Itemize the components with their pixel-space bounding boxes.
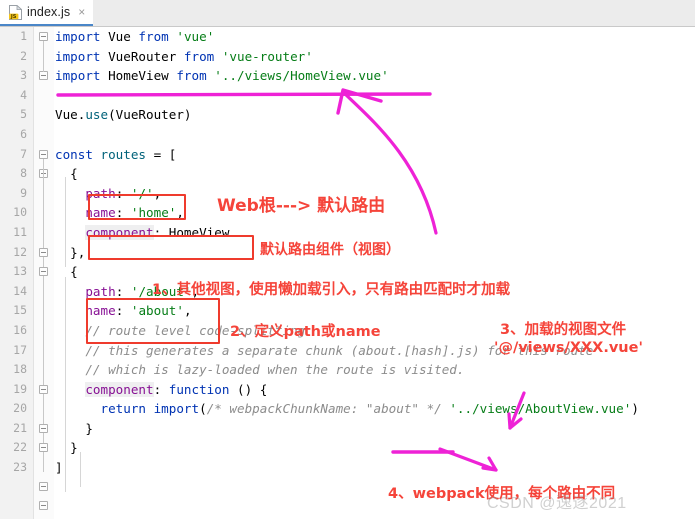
fold-marker-line-19[interactable]: [39, 443, 48, 452]
fold-range-line: [43, 41, 44, 72]
fold-marker-line-18[interactable]: [39, 424, 48, 433]
js-file-icon: JS: [9, 4, 23, 20]
line-number: 19: [13, 381, 27, 396]
line-number: 21: [13, 420, 27, 435]
code-line: // which is lazy-loaded when the route i…: [85, 362, 465, 378]
code-line: name: 'home',: [85, 205, 184, 221]
line-number: 12: [13, 244, 27, 259]
line-number: 20: [13, 401, 27, 416]
line-number: 23: [13, 460, 27, 475]
line-number: 6: [20, 126, 27, 141]
line-number: 4: [20, 87, 27, 102]
line-number: 11: [13, 224, 27, 239]
close-icon[interactable]: ×: [78, 6, 85, 18]
screenshot-root: JS index.js × 1 2 3 4 5 6 7 8 9 10 11 12: [0, 0, 695, 519]
line-number: 16: [13, 322, 27, 337]
code-line: path: '/about',: [85, 283, 200, 299]
code-line: // route level code-splitting: [85, 322, 306, 338]
line-number: 13: [13, 264, 27, 279]
code-line: // this generates a separate chunk (abou…: [85, 342, 594, 358]
code-line: Vue.use(VueRouter): [55, 107, 192, 123]
code-line: {: [55, 166, 78, 182]
code-line: const routes = [: [55, 146, 177, 162]
code-line: }: [55, 440, 78, 456]
fold-marker-line-21[interactable]: [39, 482, 48, 491]
line-number: 10: [13, 205, 27, 220]
code-line: import VueRouter from 'vue-router': [55, 48, 313, 64]
line-number: 17: [13, 342, 27, 357]
fold-marker-line-22[interactable]: [39, 501, 48, 510]
code-line: ]: [55, 460, 63, 476]
code-editor[interactable]: 1 2 3 4 5 6 7 8 9 10 11 12 13 14 15 16 1…: [0, 27, 695, 519]
tab-label: index.js: [27, 5, 71, 19]
fold-marker-line-7[interactable]: [39, 150, 48, 159]
line-number-list: 1 2 3 4 5 6 7 8 9 10 11 12 13 14 15 16 1…: [0, 27, 33, 478]
code-line: return import(/* webpackChunkName: "abou…: [100, 401, 639, 417]
code-line: import Vue from 'vue': [55, 29, 215, 44]
line-number: 7: [20, 146, 27, 161]
fold-marker-line-12[interactable]: [39, 248, 48, 257]
svg-text:JS: JS: [10, 14, 17, 20]
code-line: component: HomeView: [85, 224, 230, 240]
line-number: 18: [13, 362, 27, 377]
code-line: }: [55, 420, 93, 436]
code-line: {: [55, 264, 78, 280]
line-number: 2: [20, 48, 27, 63]
fold-marker-line-1[interactable]: [39, 32, 48, 41]
code-line: path: '/',: [85, 185, 162, 201]
line-number-gutter: 1 2 3 4 5 6 7 8 9 10 11 12 13 14 15 16 1…: [0, 27, 34, 519]
fold-marker-line-16[interactable]: [39, 385, 48, 394]
line-number: 14: [13, 283, 27, 298]
code-content[interactable]: import Vue from 'vue' import VueRouter f…: [55, 27, 695, 519]
line-number: 22: [13, 440, 27, 455]
fold-marker-line-3[interactable]: [39, 71, 48, 80]
line-number: 15: [13, 303, 27, 318]
code-line: },: [55, 244, 86, 260]
fold-marker-line-13[interactable]: [39, 267, 48, 276]
editor-tab-bar: JS index.js ×: [0, 0, 695, 27]
code-line: component: function () {: [85, 381, 268, 397]
line-number: 3: [20, 68, 27, 83]
tab-index-js[interactable]: JS index.js ×: [0, 0, 94, 26]
line-number: 5: [20, 107, 27, 122]
line-number: 1: [20, 29, 27, 43]
code-line: import HomeView from '../views/HomeView.…: [55, 68, 389, 84]
line-number: 8: [20, 166, 27, 181]
line-number: 9: [20, 185, 27, 200]
code-folding-strip[interactable]: [34, 27, 54, 519]
code-line: name: 'about',: [85, 303, 192, 319]
